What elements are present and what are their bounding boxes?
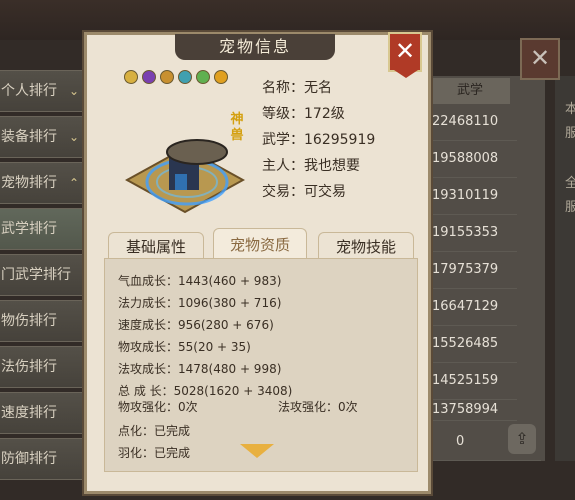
phys-attack-growth: 物攻成长：55(20 + 35) — [118, 340, 251, 354]
share-icon[interactable]: ⇪ — [508, 424, 536, 454]
gold-badge-icon — [124, 70, 138, 84]
background-close-button[interactable]: ✕ — [520, 38, 560, 80]
side-label: 全 — [565, 176, 575, 191]
dialog-title: 宠物信息 — [175, 34, 335, 60]
table-row[interactable]: 17975379 — [428, 252, 517, 289]
ranking-item-equipment[interactable]: 装备排行 ⌄ — [0, 116, 88, 158]
side-label: 服 — [565, 200, 575, 215]
pet-trade: 交易：可交易 — [262, 184, 346, 200]
pet-rarity-tag: 神兽 — [230, 112, 244, 143]
speed-growth: 速度成长：956(280 + 676) — [118, 318, 274, 332]
side-label: 本 — [565, 102, 575, 117]
pet-badges — [124, 70, 228, 84]
ranking-label: 物伤排行 — [1, 313, 57, 329]
ranking-label: 装备排行 — [1, 129, 57, 145]
ranking-item-phys-damage[interactable]: 物伤排行 — [0, 300, 88, 342]
table-row[interactable]: 22468110 — [428, 104, 517, 141]
pet-portrait — [125, 139, 245, 214]
table-row[interactable]: 19588008 — [428, 141, 517, 178]
chevron-down-icon: ⌄ — [68, 130, 79, 144]
yuhua-status: 羽化：已完成 — [118, 446, 191, 460]
table-row[interactable]: 19310119 — [428, 178, 517, 215]
ranking-item-pet[interactable]: 宠物排行 ⌃ — [0, 162, 88, 204]
table-row[interactable]: 15526485 — [428, 326, 517, 363]
table-row[interactable]: 16647129 — [428, 289, 517, 326]
pet-martial: 武学：16295919 — [262, 132, 376, 148]
pet-name: 名称：无名 — [262, 80, 332, 96]
table-header: 武学 — [430, 78, 510, 104]
ranking-item-sect-martial[interactable]: 门武学排行 — [0, 254, 88, 296]
chevron-down-icon: ⌄ — [68, 84, 79, 98]
phys-enhance: 物攻强化：0次 — [118, 400, 198, 414]
table-row[interactable]: 19155353 — [428, 215, 517, 252]
ranking-label: 速度排行 — [1, 405, 57, 421]
leaf-badge-icon — [196, 70, 210, 84]
ranking-item-martial[interactable]: 武学排行 — [0, 208, 88, 250]
ranking-item-magic-damage[interactable]: 法伤排行 — [0, 346, 88, 388]
ranking-item-speed[interactable]: 速度排行 — [0, 392, 88, 434]
table-row[interactable]: 13758994 — [428, 400, 517, 421]
ranking-label: 宠物排行 — [1, 175, 57, 191]
close-button[interactable]: ✕ — [388, 32, 422, 78]
ranking-list: 个人排行 ⌄ 装备排行 ⌄ 宠物排行 ⌃ 武学排行 门武学排行 物伤排行 法伤排… — [0, 70, 88, 484]
flame-badge-icon — [214, 70, 228, 84]
ranking-item-defense[interactable]: 防御排行 — [0, 438, 88, 480]
ranking-label: 防御排行 — [1, 451, 57, 467]
pet-level: 等级：172级 — [262, 106, 345, 122]
dianhua-status: 点化：已完成 — [118, 424, 191, 438]
tab-pet-skills[interactable]: 宠物技能 — [318, 232, 414, 260]
side-label: 服 — [565, 126, 575, 141]
ranking-label: 武学排行 — [1, 221, 57, 237]
scale-badge-icon — [160, 70, 174, 84]
ranking-label: 法伤排行 — [1, 359, 57, 375]
pet-owner: 主人：我也想要 — [262, 158, 360, 174]
tab-pet-aptitude[interactable]: 宠物资质 — [213, 228, 307, 260]
ranking-label: 门武学排行 — [1, 267, 71, 283]
table-row[interactable]: 14525159 — [428, 363, 517, 400]
tab-basic-attributes[interactable]: 基础属性 — [108, 232, 204, 260]
teal-badge-icon — [178, 70, 192, 84]
purple-badge-icon — [142, 70, 156, 84]
chevron-up-icon: ⌃ — [68, 176, 79, 190]
ranking-item-personal[interactable]: 个人排行 ⌄ — [0, 70, 88, 112]
magic-attack-growth: 法攻成长：1478(480 + 998) — [118, 362, 282, 376]
mp-growth: 法力成长：1096(380 + 716) — [118, 296, 282, 310]
scroll-down-arrow-icon[interactable] — [240, 444, 274, 458]
hp-growth: 气血成长：1443(460 + 983) — [118, 274, 282, 288]
ranking-label: 个人排行 — [1, 83, 57, 99]
magic-enhance: 法攻强化：0次 — [278, 400, 358, 414]
